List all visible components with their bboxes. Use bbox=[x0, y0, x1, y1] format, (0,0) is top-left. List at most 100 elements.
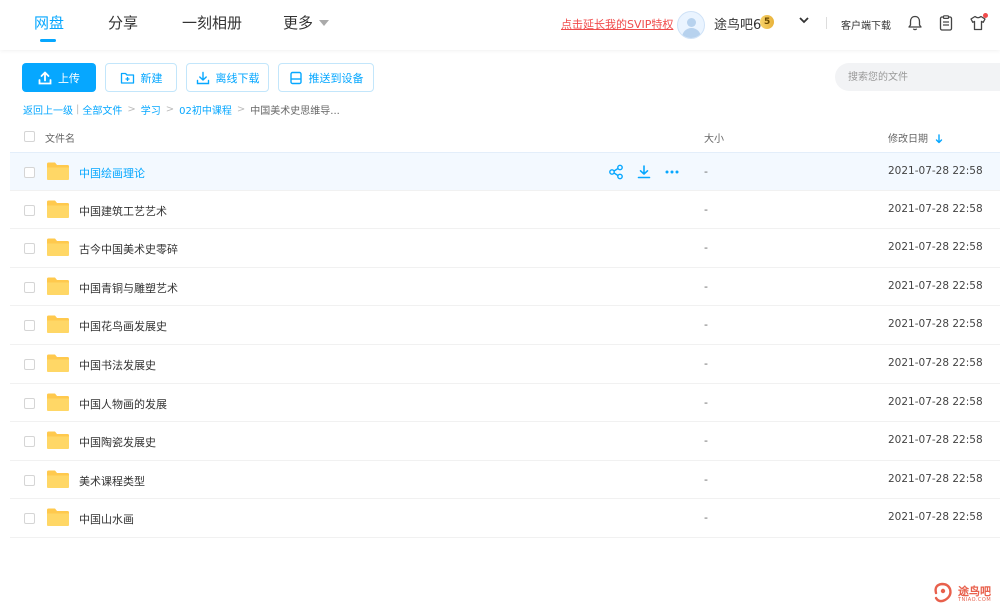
file-modified-date: 2021-07-28 22:58 bbox=[888, 472, 983, 485]
breadcrumb-separator: > bbox=[127, 104, 136, 115]
table-row[interactable]: 中国人物画的发展 - 2021-07-28 22:58 bbox=[10, 384, 1000, 423]
breadcrumb-item-all-files[interactable]: 全部文件 bbox=[82, 102, 122, 117]
bell-icon[interactable] bbox=[906, 14, 924, 32]
file-size: - bbox=[704, 318, 708, 332]
file-name[interactable]: 中国建筑工艺艺术 bbox=[79, 203, 167, 219]
divider bbox=[826, 17, 827, 29]
avatar-head-shape bbox=[687, 18, 696, 27]
username[interactable]: 途鸟吧6 bbox=[714, 14, 761, 33]
row-checkbox[interactable] bbox=[24, 436, 35, 448]
file-name[interactable]: 中国青铜与雕塑艺术 bbox=[79, 280, 178, 296]
search-input[interactable] bbox=[835, 63, 1000, 91]
file-name[interactable]: 中国人物画的发展 bbox=[79, 396, 167, 412]
file-modified-date: 2021-07-28 22:58 bbox=[888, 357, 983, 369]
file-size: - bbox=[704, 434, 708, 448]
table-row[interactable]: 中国陶瓷发展史 - 2021-07-28 22:58 bbox=[10, 422, 1000, 461]
row-checkbox[interactable] bbox=[24, 167, 35, 178]
sort-descending-icon[interactable] bbox=[935, 134, 943, 144]
row-checkbox[interactable] bbox=[24, 513, 35, 525]
avatar[interactable] bbox=[677, 11, 705, 39]
more-options-icon[interactable] bbox=[664, 164, 680, 180]
tab-netdisk[interactable]: 网盘 bbox=[34, 12, 64, 34]
file-name[interactable]: 中国山水画 bbox=[79, 511, 134, 527]
new-label: 新建 bbox=[140, 71, 163, 85]
download-icon bbox=[196, 71, 209, 84]
table-row[interactable]: 中国书法发展史 - 2021-07-28 22:58 bbox=[10, 345, 1000, 384]
folder-icon bbox=[47, 431, 69, 450]
breadcrumb-separator: > bbox=[236, 104, 246, 115]
file-modified-date: 2021-07-28 22:58 bbox=[888, 318, 983, 331]
new-folder-icon bbox=[120, 72, 134, 84]
file-size: - bbox=[704, 511, 708, 525]
download-icon[interactable] bbox=[636, 164, 652, 180]
folder-icon bbox=[47, 200, 69, 218]
chevron-down-icon[interactable] bbox=[798, 14, 810, 26]
column-header-size[interactable]: 大小 bbox=[704, 130, 724, 145]
file-name[interactable]: 美术课程类型 bbox=[79, 473, 145, 489]
table-row[interactable]: 中国绘画理论 - 2021-07-28 22:58 bbox=[10, 152, 1000, 191]
file-name[interactable]: 古今中国美术史零碎 bbox=[79, 241, 178, 257]
file-name[interactable]: 中国花鸟画发展史 bbox=[79, 318, 167, 334]
select-all-checkbox[interactable] bbox=[24, 131, 35, 142]
file-size: - bbox=[704, 395, 708, 409]
breadcrumb-item-study[interactable]: 学习 bbox=[141, 102, 161, 117]
folder-icon bbox=[47, 393, 69, 411]
table-row[interactable]: 中国青铜与雕塑艺术 - 2021-07-28 22:58 bbox=[10, 268, 1000, 307]
row-checkbox[interactable] bbox=[24, 281, 35, 293]
notification-dot bbox=[983, 13, 988, 18]
table-row[interactable]: 中国山水画 - 2021-07-28 22:58 bbox=[10, 499, 1000, 538]
offline-download-label: 离线下载 bbox=[215, 71, 260, 85]
file-name[interactable]: 中国绘画理论 bbox=[79, 165, 145, 181]
folder-icon bbox=[47, 354, 69, 372]
column-header-date[interactable]: 修改日期 bbox=[888, 130, 943, 145]
file-size: - bbox=[704, 202, 708, 216]
row-checkbox[interactable] bbox=[24, 397, 35, 409]
folder-icon bbox=[47, 277, 69, 295]
column-header-date-label: 修改日期 bbox=[888, 134, 928, 145]
table-row[interactable]: 古今中国美术史零碎 - 2021-07-28 22:58 bbox=[10, 229, 1000, 268]
breadcrumb: 返回上一级 | 全部文件 > 学习 > 02初中课程 > 中国美术史思维导... bbox=[23, 102, 340, 117]
file-modified-date: 2021-07-28 22:58 bbox=[888, 279, 983, 292]
folder-icon bbox=[47, 315, 69, 334]
device-icon bbox=[289, 71, 302, 84]
client-download-link[interactable]: 客户端下载 bbox=[841, 17, 891, 32]
table-row[interactable]: 美术课程类型 - 2021-07-28 22:58 bbox=[10, 461, 1000, 500]
breadcrumb-current: 中国美术史思维导... bbox=[250, 106, 340, 117]
file-size: - bbox=[704, 357, 708, 370]
folder-icon bbox=[47, 508, 69, 527]
new-button[interactable]: 新建 bbox=[105, 63, 177, 92]
row-checkbox[interactable] bbox=[24, 474, 35, 486]
row-checkbox[interactable] bbox=[24, 320, 35, 332]
share-icon[interactable] bbox=[608, 164, 624, 180]
more-caret-icon[interactable] bbox=[319, 20, 329, 26]
clipboard-icon[interactable] bbox=[937, 14, 955, 32]
breadcrumb-separator: > bbox=[165, 104, 175, 115]
row-checkbox[interactable] bbox=[24, 204, 35, 216]
file-modified-date: 2021-07-28 22:58 bbox=[888, 511, 983, 524]
file-name[interactable]: 中国书法发展史 bbox=[79, 357, 156, 373]
folder-icon bbox=[47, 238, 69, 257]
breadcrumb-item-course[interactable]: 02初中课程 bbox=[179, 102, 232, 117]
offline-download-button[interactable]: 离线下载 bbox=[186, 63, 269, 92]
breadcrumb-back-link[interactable]: 返回上一级 bbox=[23, 102, 73, 117]
tab-more[interactable]: 更多 bbox=[283, 12, 313, 34]
push-to-device-label: 推送到设备 bbox=[308, 71, 364, 85]
tab-album[interactable]: 一刻相册 bbox=[182, 12, 242, 34]
file-modified-date: 2021-07-28 22:58 bbox=[888, 202, 983, 215]
row-checkbox[interactable] bbox=[24, 359, 35, 370]
upload-button[interactable]: 上传 bbox=[22, 63, 96, 92]
table-row[interactable]: 中国建筑工艺艺术 - 2021-07-28 22:58 bbox=[10, 191, 1000, 230]
file-size: - bbox=[704, 241, 708, 255]
push-to-device-button[interactable]: 推送到设备 bbox=[278, 63, 374, 92]
svip-renew-link[interactable]: 点击延长我的SVIP特权 bbox=[561, 16, 673, 32]
file-name[interactable]: 中国陶瓷发展史 bbox=[79, 434, 156, 450]
svip-level-badge: 5 bbox=[760, 15, 775, 29]
table-row[interactable]: 中国花鸟画发展史 - 2021-07-28 22:58 bbox=[10, 306, 1000, 345]
column-header-name[interactable]: 文件名 bbox=[45, 130, 75, 145]
top-navigation-bar: 网盘 分享 一刻相册 更多 点击延长我的SVIP特权 途鸟吧6 5 客户端下载 bbox=[0, 0, 1000, 50]
file-modified-date: 2021-07-28 22:58 bbox=[888, 241, 983, 254]
row-checkbox[interactable] bbox=[24, 243, 35, 255]
file-size: - bbox=[704, 472, 708, 486]
svip-level-text: 5 bbox=[764, 17, 771, 27]
tab-share[interactable]: 分享 bbox=[108, 12, 138, 34]
